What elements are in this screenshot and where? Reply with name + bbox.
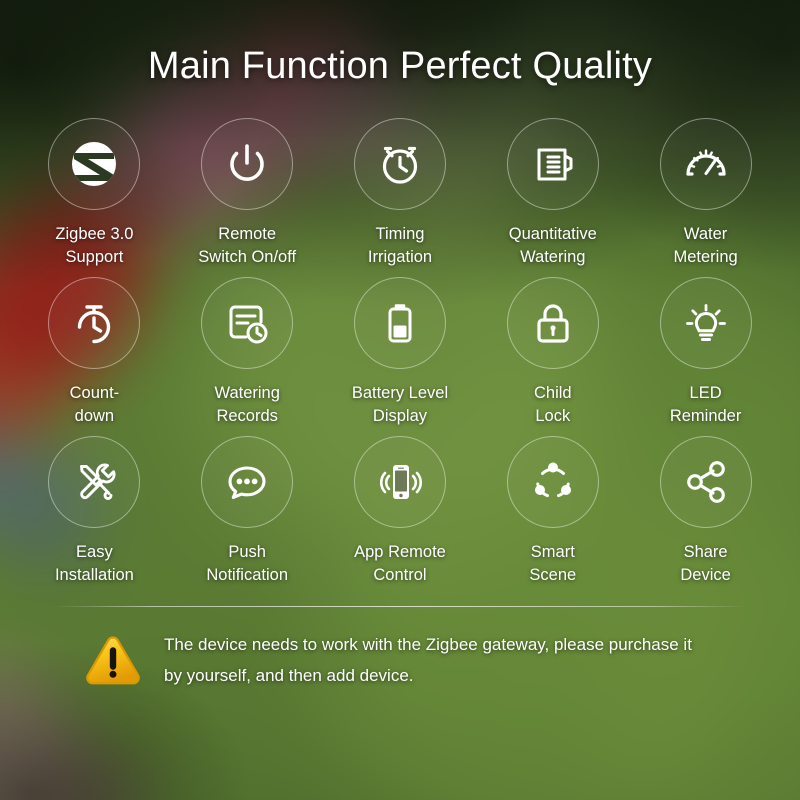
feature-item-battery-level[interactable]: Battery Level Display (324, 276, 477, 429)
feature-icon-ring (48, 435, 141, 528)
feature-item-push-notification[interactable]: Push Notification (171, 435, 324, 588)
feature-grid: Zigbee 3.0 Support Remote Switch On/off (0, 118, 800, 588)
feature-icon-ring (201, 276, 294, 369)
feature-label: Easy Installation (54, 542, 134, 585)
feature-label: Remote Switch On/off (198, 225, 297, 267)
alarm-clock-icon (382, 146, 418, 184)
gateway-notice: The device needs to work with the Zigbee… (0, 607, 800, 692)
feature-icon-ring (506, 118, 599, 210)
feature-label: Child Lock (533, 383, 572, 426)
feature-icon-ring (48, 276, 141, 369)
zigbee-logo-icon (72, 142, 117, 186)
feature-item-share-device[interactable]: Share Device (629, 435, 782, 588)
gateway-notice-text: The device needs to work with the Zigbee… (164, 629, 692, 692)
padlock-icon (537, 304, 569, 343)
infographic-page: Main Function Perfect Quality Zigbee 3.0… (0, 0, 800, 800)
document-clock-icon (229, 305, 268, 344)
feature-icon-ring (201, 118, 294, 210)
feature-icon-ring (353, 435, 446, 528)
feature-item-quantitative-watering[interactable]: Quantitative Watering (476, 118, 629, 270)
notice-line-2: by yourself, and then add device. (164, 665, 414, 685)
feature-label: Battery Level Display (351, 383, 449, 426)
measuring-jug-icon (537, 148, 573, 181)
stopwatch-icon (78, 305, 111, 344)
light-bulb-icon (685, 303, 726, 341)
feature-item-smart-scene[interactable]: Smart Scene (476, 435, 629, 588)
node-network-icon (534, 462, 571, 497)
feature-label: Count- down (69, 383, 120, 426)
gauge-meter-icon (685, 149, 726, 176)
power-button-icon (230, 144, 264, 182)
feature-item-remote-switch[interactable]: Remote Switch On/off (171, 118, 324, 270)
feature-item-timing-irrigation[interactable]: Timing Irrigation (324, 118, 477, 270)
feature-icon-ring (659, 276, 752, 369)
feature-label: Quantitative Watering (508, 225, 597, 267)
feature-label: Zigbee 3.0 Support (55, 225, 134, 267)
feature-item-water-metering[interactable]: Water Metering (629, 118, 782, 270)
feature-label: App Remote Control (354, 542, 446, 585)
smartphone-signal-icon (380, 464, 422, 499)
feature-label: Watering Records (214, 383, 280, 426)
feature-icon-ring (506, 435, 599, 528)
feature-label: Water Metering (673, 225, 738, 267)
feature-icon-ring (353, 276, 446, 369)
feature-label: Push Notification (206, 542, 288, 585)
notice-line-1: The device needs to work with the Zigbee… (164, 634, 692, 654)
feature-item-countdown[interactable]: Count- down (18, 276, 171, 429)
feature-label: LED Reminder (669, 383, 742, 426)
feature-item-watering-records[interactable]: Watering Records (171, 276, 324, 429)
feature-item-zigbee-support[interactable]: Zigbee 3.0 Support (18, 118, 171, 270)
battery-level-icon (388, 304, 412, 343)
screwdriver-wrench-icon (80, 463, 116, 500)
feature-label: Timing Irrigation (367, 225, 433, 267)
speech-bubble-dots-icon (228, 466, 266, 499)
feature-label: Share Device (680, 542, 731, 585)
feature-item-child-lock[interactable]: Child Lock (476, 276, 629, 429)
feature-icon-ring (201, 435, 294, 528)
feature-icon-ring (48, 118, 141, 210)
feature-icon-ring (659, 435, 752, 528)
feature-icon-ring (353, 118, 446, 210)
page-title: Main Function Perfect Quality (147, 45, 653, 87)
feature-item-led-reminder[interactable]: LED Reminder (629, 276, 782, 429)
feature-label: Smart Scene (529, 542, 577, 585)
feature-item-easy-installation[interactable]: Easy Installation (18, 435, 171, 588)
warning-triangle-icon (86, 636, 140, 685)
feature-icon-ring (506, 276, 599, 369)
share-nodes-icon (686, 460, 725, 503)
feature-icon-ring (659, 118, 752, 210)
feature-item-app-remote-control[interactable]: App Remote Control (324, 435, 477, 588)
